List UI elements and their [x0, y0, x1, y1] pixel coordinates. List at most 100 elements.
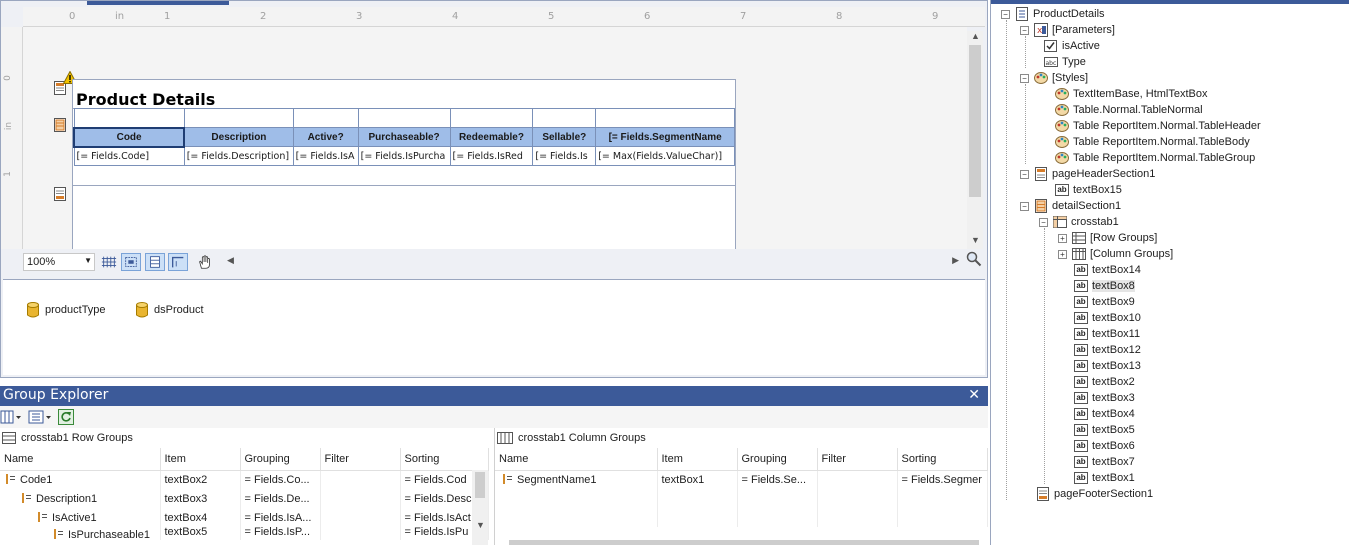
tree-node-textbox[interactable]: ab textBox12 — [1074, 342, 1141, 358]
crosstab-header-cell[interactable]: Active? — [292, 127, 359, 147]
tree-node-textbox[interactable]: ab textBox4 — [1074, 406, 1135, 422]
scroll-down-icon[interactable]: ▼ — [971, 235, 980, 245]
crosstab-empty-cell[interactable] — [292, 108, 359, 128]
expand-icon[interactable]: + — [1058, 233, 1067, 243]
tree-node-textbox[interactable]: ab textBox10 — [1074, 310, 1141, 326]
tree-node-row-groups[interactable]: + [Row Groups] — [1058, 230, 1157, 246]
magnifier-icon[interactable] — [966, 251, 982, 267]
column-header-name[interactable]: Name — [495, 448, 658, 471]
column-header-filter[interactable]: Filter — [320, 448, 401, 471]
crosstab-corner-cell[interactable] — [73, 108, 185, 128]
refresh-icon[interactable] — [58, 409, 74, 425]
tree-node-textbox[interactable]: ab textBox13 — [1074, 358, 1141, 374]
crosstab-header-cell[interactable]: Purchaseable? — [357, 127, 451, 147]
designer-vertical-scrollbar[interactable]: ▲ ▼ — [967, 31, 983, 249]
crosstab-empty-cell[interactable] — [183, 108, 294, 128]
tree-node-style[interactable]: Table.Normal.TableNormal — [1055, 102, 1203, 118]
crosstab-header-cell[interactable]: Code — [72, 126, 186, 148]
table-row[interactable]: IsPurchaseable1 textBox5 = Fields.IsP...… — [0, 527, 489, 540]
tree-node-page-footer[interactable]: pageFooterSection1 — [1036, 486, 1153, 502]
crosstab-body-cell[interactable]: [= Max(Fields.ValueChar)] — [595, 146, 735, 166]
tree-node-textbox[interactable]: ab textBox3 — [1074, 390, 1135, 406]
tree-node-detail[interactable]: − detailSection1 — [1020, 198, 1121, 214]
tree-node-parameters[interactable]: − x [Parameters] — [1020, 22, 1115, 38]
tree-node-textbox-selected[interactable]: ab textBox8 — [1074, 278, 1135, 294]
grid-icon[interactable] — [99, 253, 119, 271]
zoom-select[interactable]: 100% ▼ — [23, 253, 95, 271]
tree-node-style[interactable]: Table ReportItem.Normal.TableBody — [1055, 134, 1250, 150]
column-header-grouping[interactable]: Grouping — [737, 448, 818, 471]
table-row[interactable]: IsActive1 textBox4 = Fields.IsA... = Fie… — [0, 508, 489, 527]
crosstab-body-cell[interactable]: [= Fields.Is — [532, 146, 597, 166]
table-row[interactable]: Code1 textBox2 = Fields.Co... = Fields.C… — [0, 470, 489, 489]
dimensions-icon[interactable] — [168, 253, 188, 271]
crosstab-body-cell[interactable]: [= Fields.IsPurcha — [357, 146, 451, 166]
table-row[interactable]: SegmentName1 textBox1 = Fields.Se... = F… — [495, 470, 988, 489]
crosstab-header-cell[interactable]: Sellable? — [532, 127, 597, 147]
crosstab-body-cell[interactable]: [= Fields.IsRed — [449, 146, 534, 166]
tree-node-textbox[interactable]: ab textBox14 — [1074, 262, 1141, 278]
crosstab-body-cell[interactable]: [= Fields.Code] — [73, 146, 185, 166]
list-options-dropdown[interactable] — [28, 409, 54, 425]
column-header-filter[interactable]: Filter — [817, 448, 898, 471]
tree-node-textbox[interactable]: ab textBox2 — [1074, 374, 1135, 390]
snap-to-snaplines-icon[interactable] — [145, 253, 165, 271]
view-mode-dropdown[interactable] — [0, 409, 22, 425]
tree-node-textbox[interactable]: ab textBox15 — [1055, 182, 1122, 198]
crosstab-body-cell[interactable]: [= Fields.IsA — [292, 146, 359, 166]
scroll-up-icon[interactable]: ▲ — [971, 31, 980, 41]
pan-hand-icon[interactable] — [195, 253, 215, 271]
column-header-item[interactable]: Item — [657, 448, 738, 471]
scroll-right-icon[interactable]: ▶ — [952, 255, 959, 266]
tree-node-param-type[interactable]: abc Type — [1044, 54, 1086, 70]
tree-node-textbox[interactable]: ab textBox1 — [1074, 470, 1135, 486]
table-row[interactable]: Description1 textBox3 = Fields.De... = F… — [0, 489, 489, 508]
tree-node-textbox[interactable]: ab textBox5 — [1074, 422, 1135, 438]
crosstab-empty-cell[interactable] — [449, 108, 534, 128]
crosstab-header-cell[interactable]: Redeemable? — [449, 127, 534, 147]
collapse-icon[interactable]: − — [1020, 25, 1029, 35]
crosstab-header-cell[interactable]: Description — [183, 127, 294, 147]
tree-node-textbox[interactable]: ab textBox6 — [1074, 438, 1135, 454]
tree-node-style[interactable]: TextItemBase, HtmlTextBox — [1055, 86, 1208, 102]
designer-horizontal-scrollbar[interactable]: ◀ ▶ — [227, 254, 963, 270]
crosstab-empty-cell[interactable] — [532, 108, 597, 128]
crosstab-body-cell[interactable]: [= Fields.Description] — [183, 146, 294, 166]
collapse-icon[interactable]: − — [1020, 73, 1029, 83]
data-source-ds-product[interactable]: dsProduct — [136, 302, 204, 318]
tree-node-root[interactable]: − ProductDetails — [1001, 6, 1105, 22]
scroll-left-icon[interactable]: ◀ — [227, 255, 234, 266]
column-header-sorting[interactable]: Sorting — [400, 448, 489, 471]
column-header-name[interactable]: Name — [0, 448, 161, 471]
tree-node-column-groups[interactable]: + [Column Groups] — [1058, 246, 1173, 262]
collapse-icon[interactable]: − — [1001, 9, 1010, 19]
column-header-sorting[interactable]: Sorting — [897, 448, 988, 471]
tree-node-styles[interactable]: − [Styles] — [1020, 70, 1088, 86]
tree-node-textbox[interactable]: ab textBox11 — [1074, 326, 1140, 342]
design-canvas[interactable]: Product Details Code Description Active? — [23, 27, 967, 249]
detail-section-icon[interactable] — [54, 118, 66, 132]
expand-icon[interactable]: + — [1058, 249, 1067, 259]
tree-node-page-header[interactable]: − pageHeaderSection1 — [1020, 166, 1155, 182]
column-header-grouping[interactable]: Grouping — [240, 448, 321, 471]
scroll-down-icon[interactable]: ▼ — [476, 520, 485, 530]
report-page[interactable]: Product Details Code Description Active? — [72, 79, 736, 249]
tree-node-textbox[interactable]: ab textBox7 — [1074, 454, 1135, 470]
tree-node-param-isactive[interactable]: isActive — [1044, 38, 1100, 54]
close-icon[interactable]: ✕ — [968, 387, 980, 403]
column-groups-horizontal-scrollbar[interactable] — [509, 540, 979, 545]
tree-node-style[interactable]: Table ReportItem.Normal.TableGroup — [1055, 150, 1255, 166]
data-source-product-type[interactable]: productType — [27, 302, 106, 318]
snap-to-grid-icon[interactable] — [121, 253, 141, 271]
report-title-textbox[interactable]: Product Details — [76, 90, 215, 109]
crosstab-header-cell[interactable]: [= Fields.SegmentName — [595, 127, 735, 147]
crosstab-empty-cell[interactable] — [357, 108, 451, 128]
collapse-icon[interactable]: − — [1020, 169, 1029, 179]
tree-node-textbox[interactable]: ab textBox9 — [1074, 294, 1135, 310]
scroll-thumb[interactable] — [969, 45, 981, 197]
crosstab-empty-cell[interactable] — [595, 108, 735, 128]
tree-node-crosstab[interactable]: − crosstab1 — [1039, 214, 1119, 230]
page-footer-section-icon[interactable] — [54, 187, 66, 201]
collapse-icon[interactable]: − — [1039, 217, 1048, 227]
column-header-item[interactable]: Item — [160, 448, 241, 471]
